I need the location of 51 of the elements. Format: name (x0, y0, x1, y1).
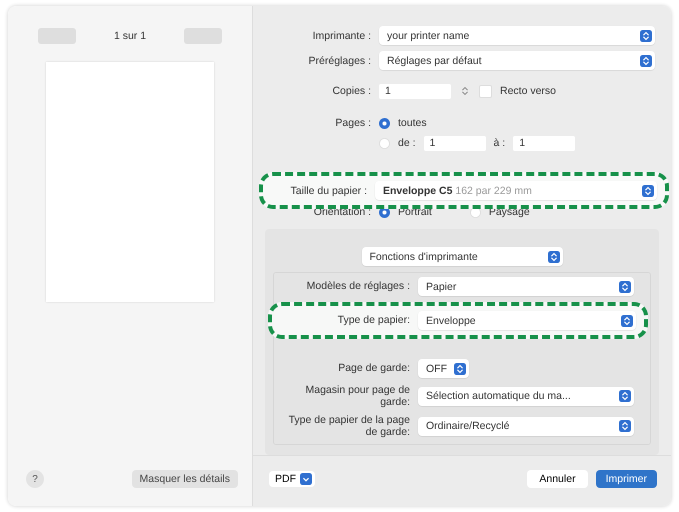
checkbox-label: Recto verso (500, 85, 556, 97)
chevron-icon (300, 473, 312, 486)
stepper-icon[interactable] (459, 85, 471, 97)
popup-arrows-icon (454, 362, 466, 374)
radio-label: toutes (398, 117, 427, 129)
pdf-menu-button[interactable]: PDF (269, 471, 315, 488)
field-label: Magasin pour page de garde: (304, 384, 410, 408)
popup-arrows-icon (640, 30, 652, 42)
popup-arrows-icon (621, 314, 633, 326)
field-label: Type de papier: (336, 314, 410, 327)
popup-arrows-icon (619, 280, 631, 292)
popup-menu[interactable]: Fonctions d'imprimante (362, 247, 562, 266)
popup-arrows-icon (548, 250, 560, 262)
radio-label: Portrait (398, 206, 432, 218)
popup-arrows-icon (619, 420, 631, 432)
field-label: Copies : (331, 85, 371, 97)
popup-menu[interactable]: Papier (418, 277, 634, 296)
radio-label: Paysage (488, 206, 530, 218)
to-page-field[interactable]: 1 (513, 136, 576, 150)
popup-arrows-icon (640, 54, 652, 66)
field-label: Taille du papier : (290, 184, 367, 196)
print-button[interactable]: Imprimer (596, 470, 657, 488)
field-label: Pages : (334, 117, 371, 129)
radio-button[interactable] (470, 206, 481, 218)
radio-button[interactable] (379, 138, 390, 148)
radio-button[interactable] (379, 118, 390, 128)
popup-menu[interactable]: Enveloppe C5 162 par 229 mm (375, 181, 657, 200)
checkbox[interactable] (479, 84, 492, 98)
popup-arrows-icon (642, 184, 654, 196)
from-page-field[interactable]: 1 (424, 136, 486, 150)
page-indicator: 1 sur 1 (114, 30, 146, 42)
popup-menu[interactable]: Sélection automatique du ma... (418, 386, 634, 406)
field-label: Type de papier de la page de garde: (288, 414, 410, 438)
copies-field[interactable]: 1 (379, 84, 451, 98)
help-button[interactable]: ? (26, 470, 44, 488)
field-label: Orientation : (312, 206, 371, 218)
radio-button[interactable] (379, 206, 390, 218)
radio-label: de : (398, 137, 416, 149)
popup-menu[interactable]: Enveloppe (418, 311, 636, 330)
cancel-button[interactable]: Annuler (527, 470, 588, 488)
popup-menu[interactable]: your printer name (379, 26, 655, 45)
popup-menu[interactable]: Ordinaire/Recyclé (418, 416, 634, 436)
popup-menu[interactable]: Réglages par défaut (379, 51, 655, 70)
field-label: à : (494, 137, 506, 149)
popup-menu[interactable]: OFF (418, 359, 469, 378)
field-label: Page de garde: (337, 362, 410, 375)
field-label: Modèles de réglages : (306, 280, 410, 293)
popup-arrows-icon (619, 390, 631, 402)
field-label: Préréglages : (308, 54, 371, 66)
field-label: Imprimante : (312, 30, 371, 42)
hide-details-button[interactable]: Masquer les détails (132, 470, 238, 488)
